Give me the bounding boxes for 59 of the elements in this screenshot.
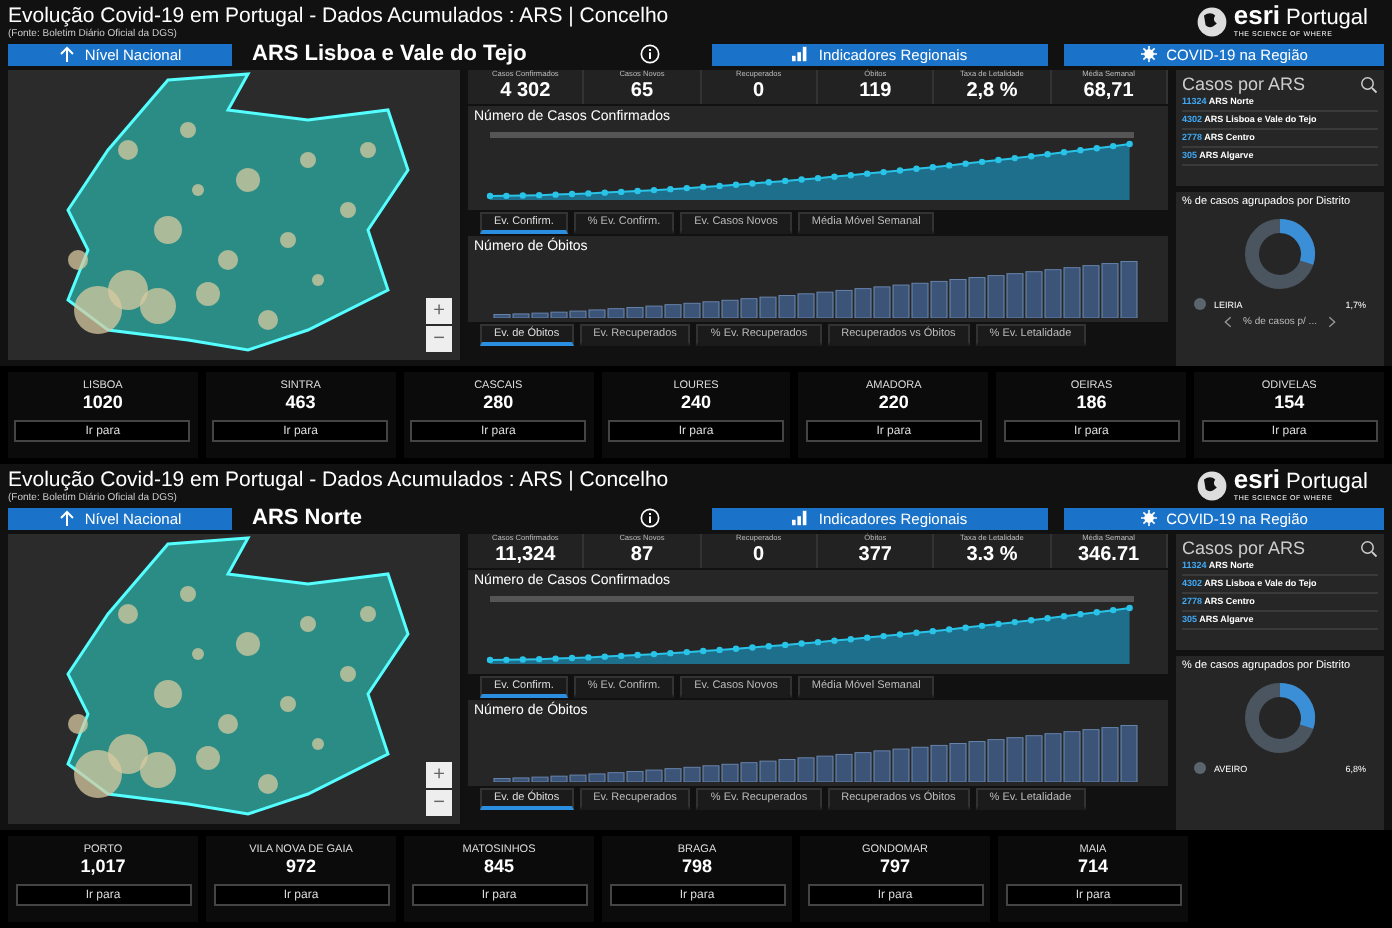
zoom-button[interactable]: + [426, 298, 452, 324]
virus-icon [1140, 46, 1159, 62]
municipality-count: 1,017 [80, 856, 126, 878]
municipality-count: 797 [879, 856, 911, 878]
municipality-count: 220 [878, 392, 909, 414]
stat-value: 4 302 [500, 80, 551, 102]
stat-value: 0 [753, 80, 765, 102]
logo-name: Portugal [1286, 6, 1368, 30]
municipality-count: 463 [285, 392, 316, 414]
stat-value: 2,8 % [966, 80, 1018, 102]
bar-chart-icon [792, 510, 811, 526]
panel-title: Casos por ARS [1182, 74, 1306, 94]
logo-brand: esri [1233, 468, 1281, 492]
search-icon[interactable] [1360, 75, 1378, 93]
panel-title: Casos por ARS [1182, 538, 1306, 558]
zoom-button[interactable]: − [426, 326, 452, 352]
donut-chart [1240, 214, 1320, 294]
municipality-count: 154 [1274, 392, 1305, 414]
globe-icon [1195, 5, 1228, 37]
up-arrow-icon [58, 510, 77, 526]
stat-value: 119 [859, 80, 892, 102]
info-icon[interactable] [640, 508, 660, 528]
bar-chart-icon [792, 46, 811, 62]
up-arrow-icon [58, 46, 77, 62]
info-icon[interactable] [640, 44, 660, 64]
stat-value: 68,71 [1083, 80, 1134, 102]
stat-value: 0 [753, 544, 765, 566]
municipality-count: 1020 [82, 392, 123, 414]
municipality-count: 714 [1077, 856, 1109, 878]
stat-value: 65 [630, 80, 654, 102]
stat-value: 346.71 [1078, 544, 1140, 566]
zoom-button[interactable]: − [426, 790, 452, 816]
logo-brand: esri [1233, 4, 1281, 28]
dashboard-title: Evolução Covid-19 em Portugal - Dados Acumulados : ARS | Concelho [8, 468, 669, 492]
municipality-count: 845 [483, 856, 515, 878]
legend-swatch-icon [1194, 298, 1206, 310]
municipality-count: 798 [681, 856, 713, 878]
map-view[interactable]: + − [8, 70, 460, 360]
municipality-count: 972 [285, 856, 317, 878]
virus-icon [1140, 510, 1159, 526]
previous-icon[interactable] [1223, 316, 1232, 328]
stat-value: 377 [858, 544, 892, 566]
region-title: ARS Norte [250, 506, 365, 530]
stat-value: 87 [630, 544, 654, 566]
search-icon[interactable] [1360, 539, 1378, 557]
municipality-count: 186 [1076, 392, 1107, 414]
map-view[interactable]: + − [8, 534, 460, 824]
zoom-button[interactable]: + [426, 762, 452, 788]
logo-name: Portugal [1286, 470, 1368, 494]
globe-icon [1195, 469, 1228, 501]
stat-value: 3.3 % [966, 544, 1018, 566]
donut-chart [1240, 678, 1320, 758]
region-title: ARS Lisboa e Vale do Tejo [250, 42, 529, 66]
municipality-count: 240 [680, 392, 712, 414]
municipality-count: 280 [483, 392, 514, 414]
next-icon[interactable] [1328, 316, 1337, 328]
legend-swatch-icon [1194, 762, 1206, 774]
dashboard-title: Evolução Covid-19 em Portugal - Dados Acumulados : ARS | Concelho [8, 4, 669, 28]
stat-value: 11,324 [495, 544, 556, 566]
